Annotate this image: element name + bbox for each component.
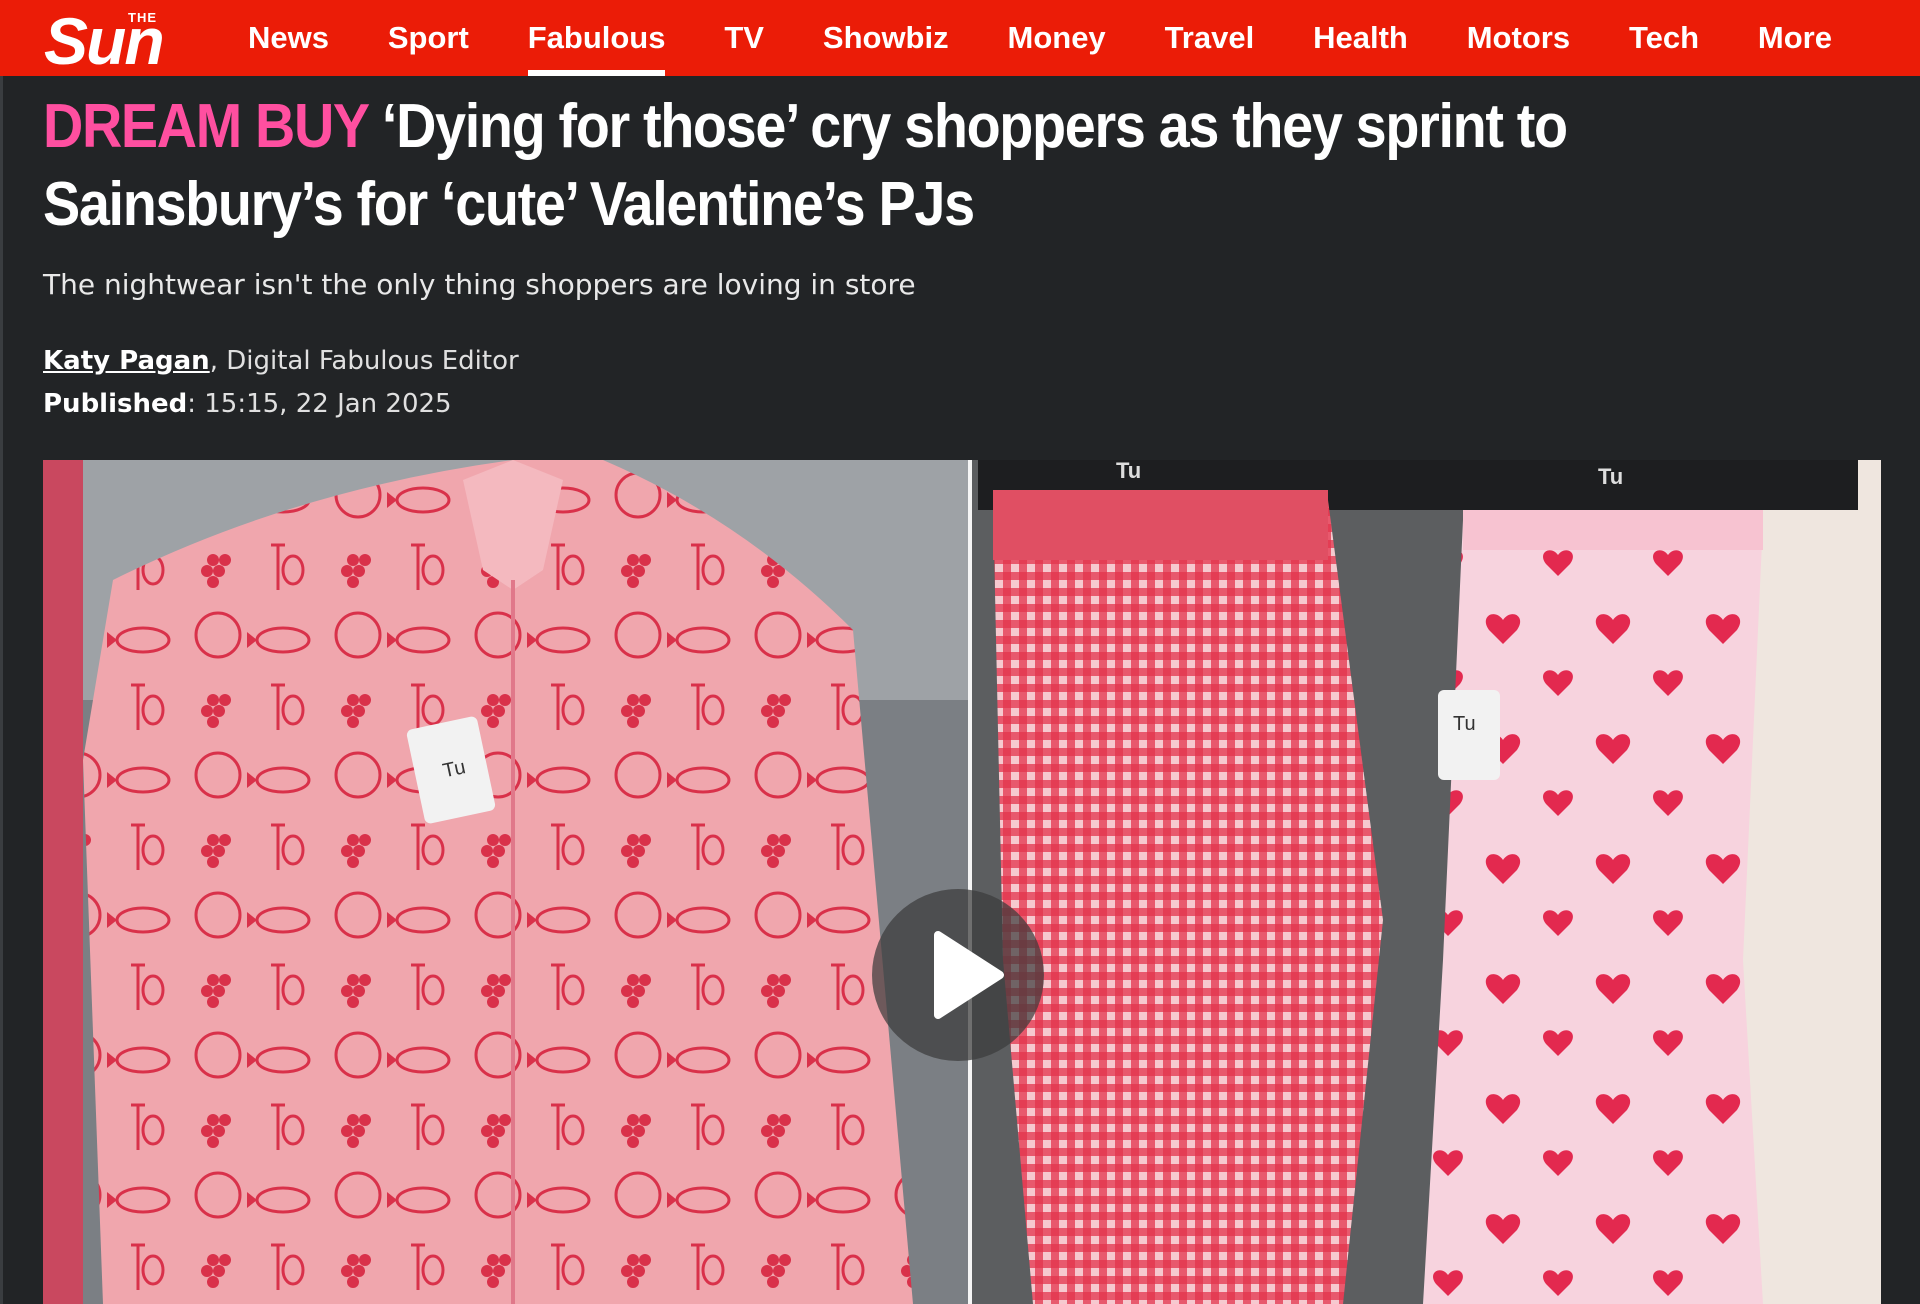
play-icon <box>934 931 1004 1019</box>
published-label: Published <box>43 389 188 419</box>
video-thumbnail: Tu Tu Tu Tu <box>43 460 1881 1304</box>
top-navigation: Sun THE News Sport Fabulous TV Showbiz M… <box>0 0 1920 76</box>
hanger-text-right: Tu <box>1598 464 1623 489</box>
tag-text-right: Tu <box>1453 713 1476 735</box>
nav-item-health[interactable]: Health <box>1291 0 1430 76</box>
page-edge-rule <box>0 76 3 1304</box>
nav-item-fabulous[interactable]: Fabulous <box>506 0 688 76</box>
published-value: : 15:15, 22 Jan 2025 <box>187 389 452 419</box>
nav-item-showbiz[interactable]: Showbiz <box>801 0 971 76</box>
nav-item-travel[interactable]: Travel <box>1143 0 1277 76</box>
nav-item-sport[interactable]: Sport <box>366 0 491 76</box>
article-headline: DREAM BUY ‘Dying for those’ cry shoppers… <box>43 88 1645 244</box>
article-video[interactable]: Tu Tu Tu Tu <box>43 460 1881 1304</box>
nav-item-tv[interactable]: TV <box>702 0 786 76</box>
hanger-text-mid: Tu <box>1116 460 1141 483</box>
nav-item-motors[interactable]: Motors <box>1445 0 1592 76</box>
nav-item-more[interactable]: More <box>1736 0 1854 76</box>
logo-the: THE <box>128 10 157 25</box>
tag-text-left: Tu <box>441 756 468 782</box>
nav-item-tech[interactable]: Tech <box>1607 0 1721 76</box>
published-date: Published: 15:15, 22 Jan 2025 <box>43 389 452 419</box>
author-role: , Digital Fabulous Editor <box>209 346 519 376</box>
author-link[interactable]: Katy Pagan <box>43 346 210 376</box>
the-sun-logo[interactable]: Sun THE <box>44 6 216 74</box>
nav-item-news[interactable]: News <box>226 0 351 76</box>
article-standfirst: The nightwear isn't the only thing shopp… <box>43 268 916 301</box>
nav-item-money[interactable]: Money <box>986 0 1128 76</box>
play-button[interactable] <box>872 889 1044 1061</box>
byline: Katy Pagan, Digital Fabulous Editor <box>43 346 519 376</box>
headline-kicker: DREAM BUY <box>43 92 369 161</box>
nav-menu: News Sport Fabulous TV Showbiz Money Tra… <box>226 0 1920 76</box>
